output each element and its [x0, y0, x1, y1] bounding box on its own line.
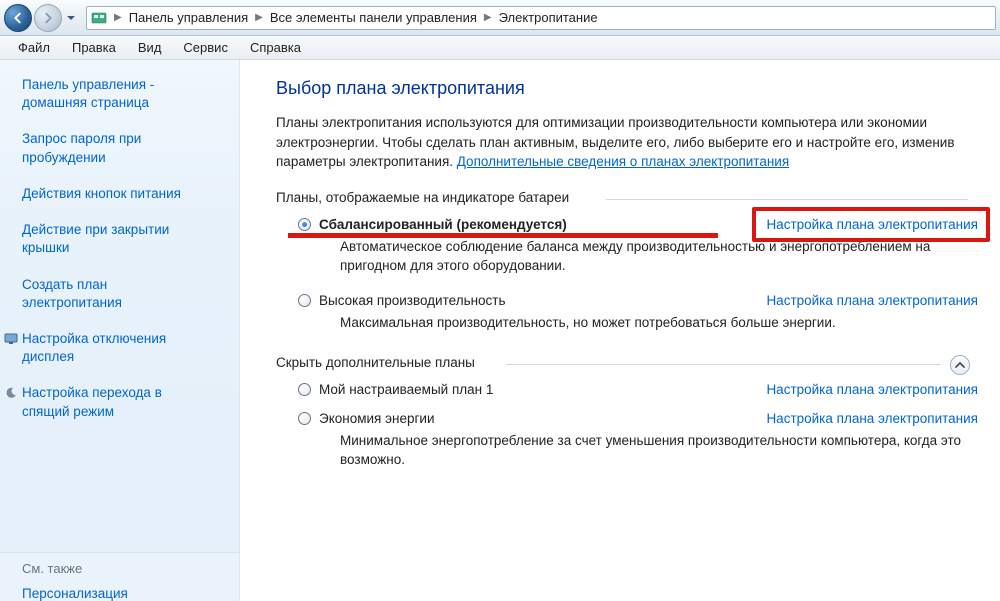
intro-help-link[interactable]: Дополнительные сведения о планах электро…: [457, 154, 789, 169]
group-legend: Планы, отображаемые на индикаторе батаре…: [276, 190, 577, 205]
breadcrumb-item[interactable]: Все элементы панели управления: [270, 10, 477, 25]
moon-icon: [4, 386, 18, 400]
red-underline-annotation: [288, 233, 718, 238]
configure-plan-link[interactable]: Настройка плана электропитания: [766, 382, 978, 397]
main-area: Панель управления - домашняя страница За…: [0, 60, 1000, 601]
collapse-button[interactable]: [950, 355, 970, 375]
radio-power-saver[interactable]: [298, 412, 311, 425]
sidebar-label: Панель управления -: [22, 77, 154, 92]
display-icon: [4, 332, 18, 346]
plan-description: Минимальное энергопотребление за счет ум…: [340, 432, 978, 470]
plan-balanced: Сбалансированный (рекомендуется) Настрой…: [298, 217, 978, 276]
see-also-heading: См. также: [22, 561, 227, 576]
menu-view[interactable]: Вид: [128, 38, 172, 57]
battery-plans-group: Планы, отображаемые на индикаторе батаре…: [276, 190, 978, 334]
sidebar-label: дисплея: [22, 349, 74, 364]
chevron-right-icon: ▶: [254, 12, 264, 23]
plan-description: Максимальная производительность, но може…: [340, 314, 978, 333]
group-divider: [606, 199, 968, 200]
sidebar-display-off[interactable]: Настройка отключения дисплея: [22, 330, 227, 366]
chevron-right-icon: ▶: [113, 12, 123, 23]
plan-name[interactable]: Высокая производительность: [319, 293, 506, 308]
sidebar-label: пробуждении: [22, 150, 106, 165]
group-legend[interactable]: Скрыть дополнительные планы: [276, 355, 483, 370]
nav-toolbar: ▶ Панель управления ▶ Все элементы панел…: [0, 0, 1000, 36]
radio-high-performance[interactable]: [298, 294, 311, 307]
sidebar-create-plan[interactable]: Создать план электропитания: [22, 276, 227, 312]
sidebar-label: крышки: [22, 240, 69, 255]
menu-help[interactable]: Справка: [240, 38, 311, 57]
plan-high-performance: Высокая производительность Настройка пла…: [298, 293, 978, 333]
forward-button[interactable]: [34, 4, 62, 32]
menu-edit[interactable]: Правка: [62, 38, 126, 57]
sidebar-home-link[interactable]: Панель управления - домашняя страница: [22, 76, 227, 112]
menu-bar: Файл Правка Вид Сервис Справка: [0, 36, 1000, 60]
sidebar-label: домашняя страница: [22, 95, 149, 110]
sidebar-footer: См. также Персонализация: [0, 552, 239, 601]
sidebar-label: Настройка отключения: [22, 331, 166, 346]
sidebar-label: электропитания: [22, 295, 122, 310]
sidebar-label: Запрос пароля при: [22, 131, 141, 146]
address-bar[interactable]: ▶ Панель управления ▶ Все элементы панел…: [86, 6, 996, 30]
page-title: Выбор плана электропитания: [276, 78, 978, 99]
sidebar-label: Создать план: [22, 277, 107, 292]
group-divider: [506, 364, 940, 365]
breadcrumb-item[interactable]: Электропитание: [499, 10, 598, 25]
menu-service[interactable]: Сервис: [173, 38, 238, 57]
intro-text: Планы электропитания используются для оп…: [276, 113, 978, 172]
additional-plans-group: Скрыть дополнительные планы Мой настраив…: [276, 355, 978, 470]
radio-custom-1[interactable]: [298, 383, 311, 396]
sidebar-password-wake[interactable]: Запрос пароля при пробуждении: [22, 130, 227, 166]
personalization-link[interactable]: Персонализация: [22, 586, 227, 601]
sidebar-label: спящий режим: [22, 404, 114, 419]
plan-name[interactable]: Мой настраиваемый план 1: [319, 382, 493, 397]
configure-plan-link[interactable]: Настройка плана электропитания: [766, 217, 978, 232]
configure-plan-link[interactable]: Настройка плана электропитания: [766, 411, 978, 426]
plan-name[interactable]: Экономия энергии: [319, 411, 434, 426]
plan-name[interactable]: Сбалансированный (рекомендуется): [319, 217, 567, 232]
back-button[interactable]: [4, 4, 32, 32]
sidebar-label: Действие при закрытии: [22, 222, 169, 237]
breadcrumb-item[interactable]: Панель управления: [129, 10, 248, 25]
sidebar-sleep-mode[interactable]: Настройка перехода в спящий режим: [22, 384, 227, 420]
plan-custom-1: Мой настраиваемый план 1 Настройка плана…: [298, 382, 978, 397]
configure-plan-link[interactable]: Настройка плана электропитания: [766, 293, 978, 308]
menu-file[interactable]: Файл: [8, 38, 60, 57]
sidebar-power-buttons[interactable]: Действия кнопок питания: [22, 185, 227, 203]
sidebar-label: Настройка перехода в: [22, 385, 162, 400]
radio-balanced[interactable]: [298, 218, 311, 231]
control-panel-icon: [91, 10, 107, 26]
sidebar-lid-close[interactable]: Действие при закрытии крышки: [22, 221, 227, 257]
chevron-right-icon: ▶: [483, 12, 493, 23]
plan-power-saver: Экономия энергии Настройка плана электро…: [298, 411, 978, 470]
sidebar-label: Действия кнопок питания: [22, 186, 181, 201]
content-area: Выбор плана электропитания Планы электро…: [240, 60, 1000, 601]
history-dropdown[interactable]: [64, 8, 78, 28]
plan-description: Автоматическое соблюдение баланса между …: [340, 238, 978, 276]
sidebar: Панель управления - домашняя страница За…: [0, 60, 240, 601]
